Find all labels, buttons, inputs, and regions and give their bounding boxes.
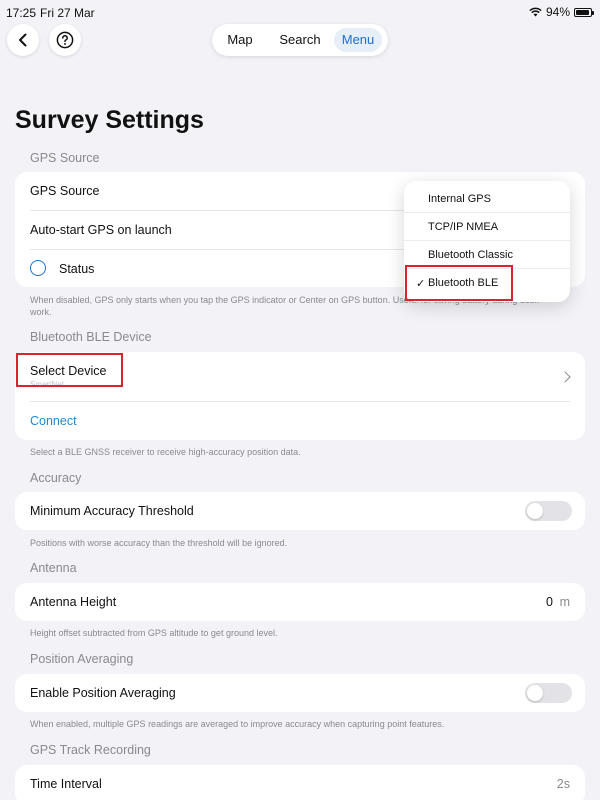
antenna-height-value[interactable]: 0: [546, 595, 553, 609]
status-bar: 17:25 Fri 27 Mar 94%: [0, 0, 600, 24]
divider: [404, 212, 570, 213]
tab-map[interactable]: Map: [218, 28, 262, 52]
chevron-left-icon: [19, 33, 27, 47]
dropdown-option-tcpip-nmea[interactable]: TCP/IP NMEA: [428, 221, 498, 233]
page-title: Survey Settings: [15, 106, 204, 134]
time-interval-value[interactable]: 2s: [557, 777, 570, 791]
section-header-antenna: Antenna: [30, 561, 77, 575]
wifi-icon: [529, 7, 542, 17]
status-date: Fri 27 Mar: [40, 6, 95, 20]
section-header-bluetooth: Bluetooth BLE Device: [30, 330, 152, 344]
tab-menu[interactable]: Menu: [334, 28, 382, 52]
bluetooth-ble-highlight: [405, 265, 513, 301]
dropdown-option-internal-gps[interactable]: Internal GPS: [428, 193, 491, 205]
enable-averaging-label: Enable Position Averaging: [30, 686, 176, 700]
gps-source-label: GPS Source: [30, 184, 100, 198]
section-header-accuracy: Accuracy: [30, 471, 82, 485]
back-button[interactable]: [7, 24, 39, 56]
averaging-footer: When enabled, multiple GPS readings are …: [30, 719, 445, 729]
section-header-gps-source: GPS Source: [30, 151, 100, 165]
question-circle-icon: [56, 31, 74, 49]
accuracy-footer: Positions with worse accuracy than the t…: [30, 538, 288, 548]
battery-fill: [576, 9, 590, 15]
chevron-right-icon: [559, 371, 571, 383]
antenna-footer: Height offset subtracted from GPS altitu…: [30, 628, 278, 638]
enable-averaging-toggle[interactable]: [525, 683, 572, 703]
accuracy-card: Minimum Accuracy Threshold: [15, 492, 585, 530]
time-interval-label: Time Interval: [30, 777, 102, 791]
select-device-highlight: [16, 353, 123, 387]
battery-icon: [574, 7, 594, 17]
toggle-knob: [527, 503, 543, 519]
view-segmented-control: Map Search Menu: [212, 24, 388, 56]
section-header-averaging: Position Averaging: [30, 652, 134, 666]
battery-percent: 94%: [545, 5, 570, 19]
connect-button[interactable]: Connect: [30, 414, 77, 428]
antenna-card: Antenna Height 0 m: [15, 583, 585, 621]
antenna-height-label: Antenna Height: [30, 595, 117, 609]
section-header-track: GPS Track Recording: [30, 743, 151, 757]
bluetooth-footer: Select a BLE GNSS receiver to receive hi…: [30, 447, 301, 457]
dropdown-option-bluetooth-classic[interactable]: Bluetooth Classic: [428, 249, 513, 261]
status-time: 17:25: [6, 6, 37, 20]
averaging-card: Enable Position Averaging: [15, 674, 585, 712]
status-circle-icon: [30, 260, 46, 276]
min-accuracy-label: Minimum Accuracy Threshold: [30, 504, 194, 518]
help-button[interactable]: [49, 24, 81, 56]
autostart-gps-label: Auto-start GPS on launch: [30, 223, 172, 237]
min-accuracy-toggle[interactable]: [525, 501, 572, 521]
track-card: Time Interval 2s: [15, 765, 585, 800]
divider: [30, 401, 570, 402]
tab-search[interactable]: Search: [270, 28, 330, 52]
antenna-height-unit: m: [559, 595, 570, 609]
status-label: Status: [59, 262, 95, 276]
divider: [404, 240, 570, 241]
toggle-knob: [527, 685, 543, 701]
status-right: 94%: [529, 5, 594, 19]
